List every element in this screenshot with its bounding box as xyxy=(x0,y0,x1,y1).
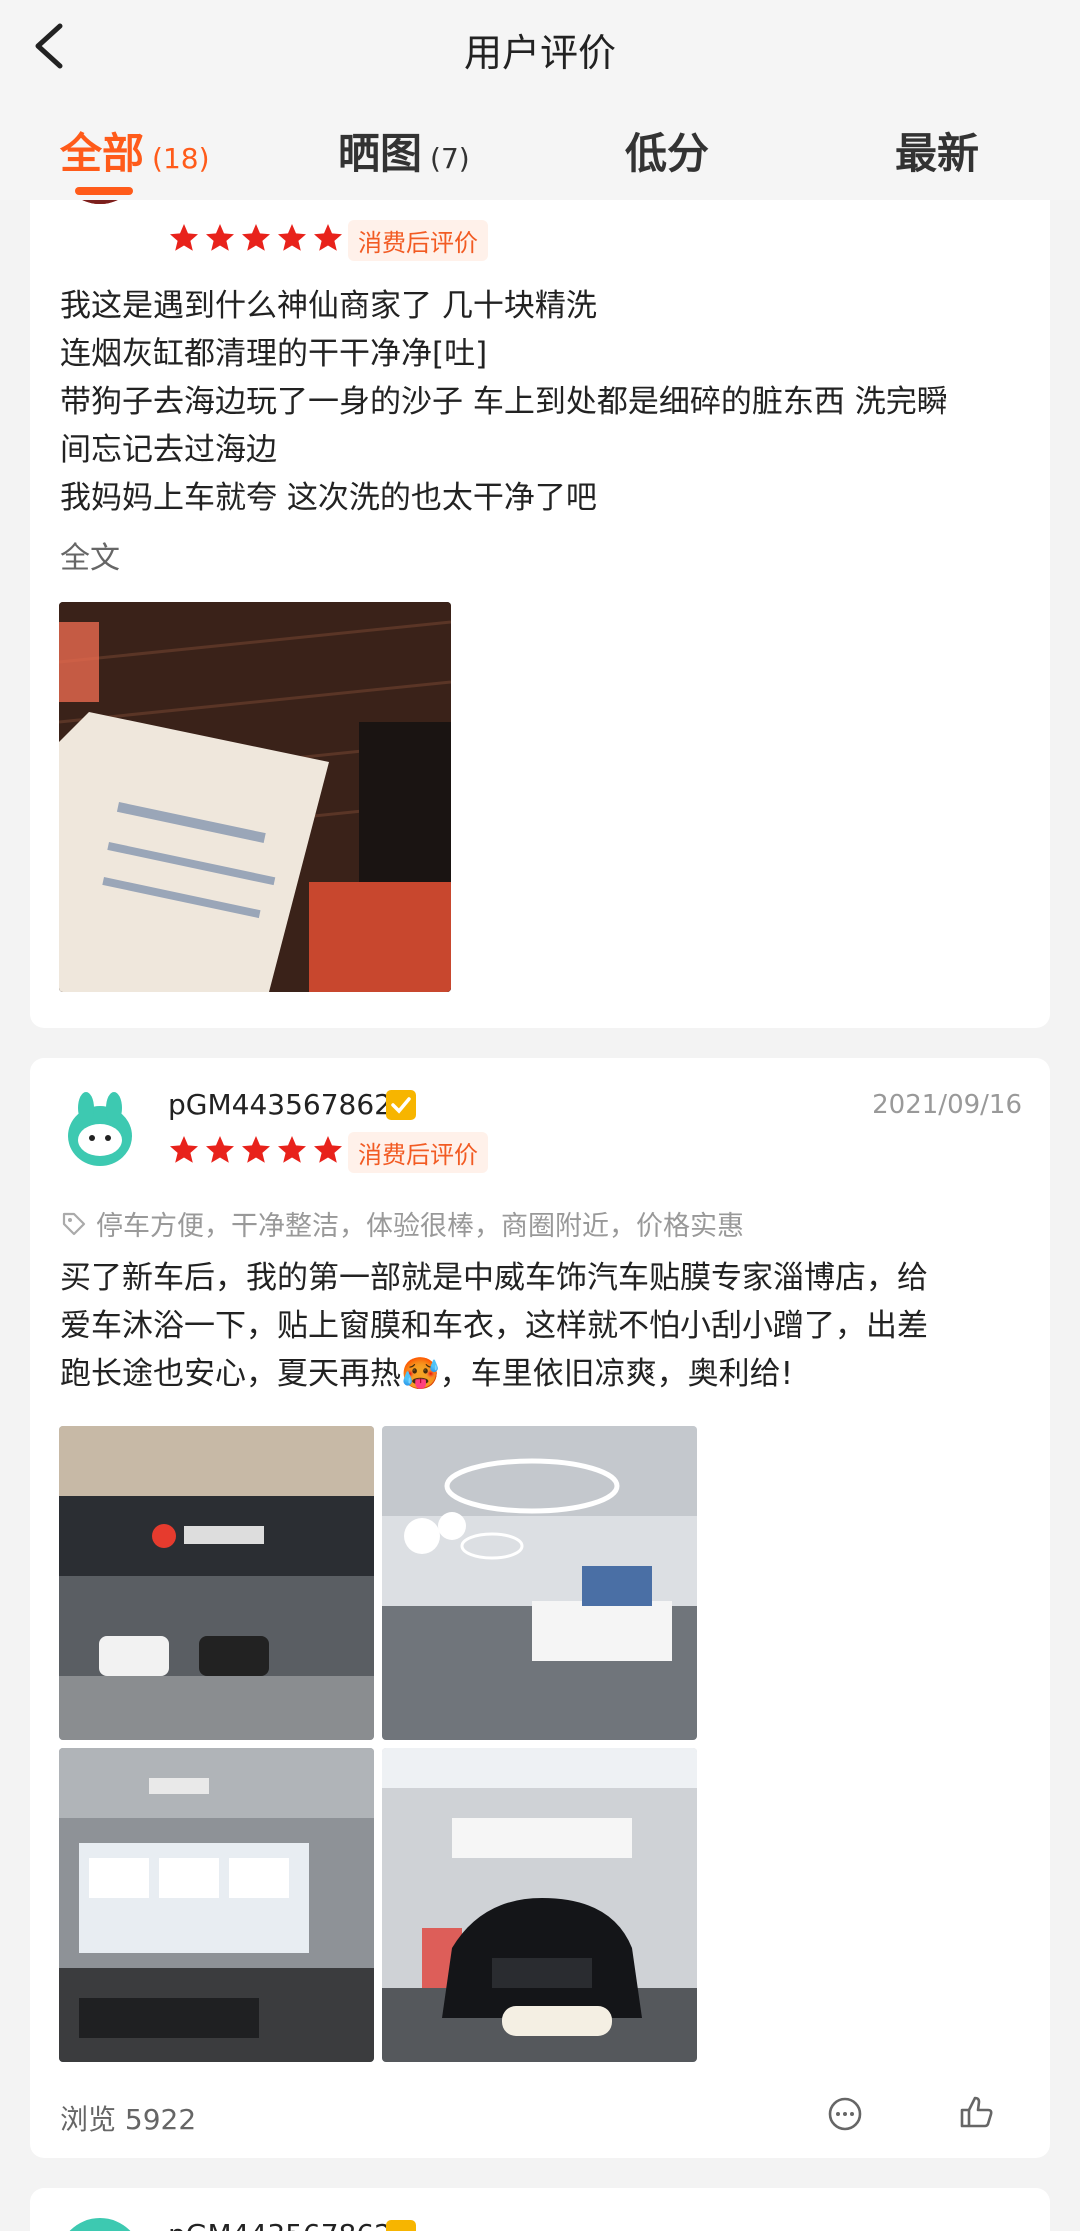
photo-showroom-interior xyxy=(382,1426,697,1740)
star-icon xyxy=(170,1136,198,1163)
verified-icon xyxy=(386,1090,416,1120)
comment-icon xyxy=(828,2097,862,2131)
verified-icon xyxy=(386,2220,416,2231)
star-icon xyxy=(242,1136,270,1163)
photo-black-car xyxy=(382,1748,697,2062)
review-line: 爱车沐浴一下，贴上窗膜和车衣，这样就不怕小刮小蹭了，出差 xyxy=(60,1308,928,1344)
tab-label: 低分 xyxy=(625,129,710,178)
review-tags: 停车方便，干净整洁，体验很棒，商圈附近，价格实惠 xyxy=(60,1204,744,1243)
star-icon xyxy=(242,224,270,251)
star-icon xyxy=(278,224,306,251)
review-line: 连烟灰缸都清理的干干净净[吐] xyxy=(60,336,488,372)
rating-stars xyxy=(168,1134,344,1166)
review-date: 2021/09/16 xyxy=(872,1090,1022,1120)
verified-review-badge: 消费后评价 xyxy=(348,1132,488,1173)
tab-count: (18) xyxy=(152,142,210,175)
page-title: 用户评价 xyxy=(463,31,616,75)
photo-display-wall xyxy=(59,1748,374,2062)
rating-stars xyxy=(168,222,344,254)
tab-count: (7) xyxy=(430,142,470,175)
star-icon xyxy=(206,1136,234,1163)
review-line: 间忘记去过海边 xyxy=(60,432,277,468)
tab-bar: 全部 (18) 晒图 (7) 低分 最新 xyxy=(0,120,1080,200)
star-icon xyxy=(278,1136,306,1163)
view-count: 浏览 5922 xyxy=(60,2103,197,2136)
star-icon xyxy=(170,224,198,251)
check-icon xyxy=(391,1097,411,1114)
username[interactable]: pGM443567862 xyxy=(168,2218,392,2231)
like-button[interactable] xyxy=(956,2092,996,2132)
tab-label: 晒图 xyxy=(338,129,423,178)
tab-label: 全部 xyxy=(60,129,145,178)
star-icon xyxy=(314,224,342,251)
star-icon xyxy=(206,224,234,251)
review-card: pGM443567862 xyxy=(30,2188,1050,2231)
tag-icon xyxy=(62,1212,86,1235)
avatar[interactable] xyxy=(58,1088,142,1172)
photo-storefront xyxy=(59,1426,374,1740)
avatar[interactable] xyxy=(58,2218,142,2231)
full-text-link[interactable]: 全文 xyxy=(60,533,120,577)
tags-text: 停车方便，干净整洁，体验很棒，商圈附近，价格实惠 xyxy=(96,1211,744,1242)
review-card: pGM443567862 2021/09/16 消费后评价 停车方便，干净整洁，… xyxy=(30,1058,1050,2158)
tab-low-score[interactable]: 低分 xyxy=(625,120,709,200)
thumbs-up-icon xyxy=(960,2096,993,2128)
tab-photos[interactable]: 晒图 (7) xyxy=(338,120,470,200)
star-icon xyxy=(314,1136,342,1163)
review-photo[interactable] xyxy=(382,1748,697,2062)
review-photo[interactable] xyxy=(382,1426,697,1740)
header: 用户评价 全部 (18) 晒图 (7) 低分 最新 xyxy=(0,0,1080,200)
username[interactable]: pGM443567862 xyxy=(168,1088,392,1121)
review-text: 我这是遇到什么神仙商家了 几十块精洗 连烟灰缸都清理的干干净净[吐] 带狗子去海… xyxy=(60,282,1040,522)
verified-review-badge: 消费后评价 xyxy=(348,220,488,261)
avatar-image xyxy=(68,1092,132,1166)
review-line: 我妈妈上车就夸 这次洗的也太干净了吧 xyxy=(60,480,597,516)
active-tab-indicator xyxy=(75,187,133,195)
review-line: 跑长途也安心，夏天再热🥵，车里依旧凉爽，奥利给! xyxy=(60,1356,794,1392)
tab-latest[interactable]: 最新 xyxy=(895,120,979,200)
photo-car-mat-card xyxy=(59,602,451,992)
review-line: 带狗子去海边玩了一身的沙子 车上到处都是细碎的脏东西 洗完瞬 xyxy=(60,384,948,420)
tab-label: 最新 xyxy=(895,129,980,178)
review-photo[interactable] xyxy=(59,1748,374,2062)
review-text: 买了新车后，我的第一部就是中威车饰汽车贴膜专家淄博店，给 爱车沐浴一下，贴上窗膜… xyxy=(60,1254,1040,1398)
review-line: 买了新车后，我的第一部就是中威车饰汽车贴膜专家淄博店，给 xyxy=(60,1260,928,1296)
review-photo[interactable] xyxy=(59,1426,374,1740)
review-card: 消费后评价 我这是遇到什么神仙商家了 几十块精洗 连烟灰缸都清理的干干净净[吐]… xyxy=(30,120,1050,1028)
review-photo[interactable] xyxy=(59,602,451,992)
review-line: 我这是遇到什么神仙商家了 几十块精洗 xyxy=(60,288,597,324)
comment-button[interactable] xyxy=(825,2094,865,2134)
